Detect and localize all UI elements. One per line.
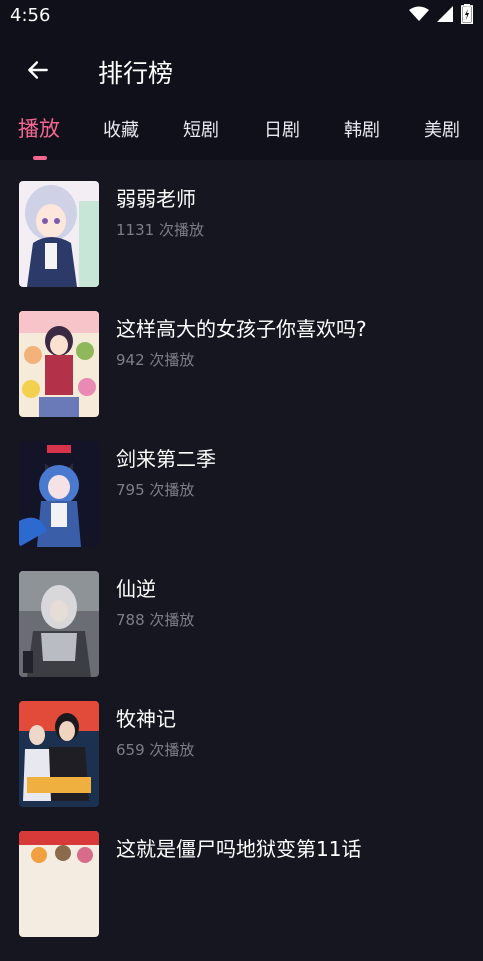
poster-thumbnail xyxy=(19,701,99,807)
item-title: 牧神记 xyxy=(116,707,176,731)
item-title: 仙逆 xyxy=(116,577,156,601)
top-header-area: 4:56 排行榜 播放 收藏 短剧 日剧 韩剧 美剧 xyxy=(0,0,483,160)
list-item[interactable]: 牧神记 659 次播放 xyxy=(0,701,483,831)
tab-japanese-drama[interactable]: 日剧 xyxy=(264,116,300,142)
status-time: 4:56 xyxy=(10,5,51,26)
poster-thumbnail xyxy=(19,571,99,677)
page-title: 排行榜 xyxy=(98,59,174,88)
tab-american-drama[interactable]: 美剧 xyxy=(424,116,460,142)
item-play-count: 788 次播放 xyxy=(116,611,195,629)
list-item[interactable]: 这就是僵尸吗地狱变第11话 xyxy=(0,831,483,961)
list-item[interactable]: 剑来第二季 795 次播放 xyxy=(0,441,483,571)
item-play-count: 659 次播放 xyxy=(116,741,195,759)
item-title: 这样高大的女孩子你喜欢吗? xyxy=(116,317,367,341)
poster-thumbnail xyxy=(19,831,99,937)
wifi-icon xyxy=(409,6,429,26)
item-play-count: 1131 次播放 xyxy=(116,221,204,239)
tab-short-drama[interactable]: 短剧 xyxy=(183,116,219,142)
item-title: 这就是僵尸吗地狱变第11话 xyxy=(116,837,362,861)
list-item[interactable]: 仙逆 788 次播放 xyxy=(0,571,483,701)
battery-icon xyxy=(461,4,473,28)
back-button[interactable] xyxy=(20,52,56,88)
active-tab-indicator xyxy=(33,156,47,160)
app-bar: 排行榜 xyxy=(0,40,483,100)
list-item[interactable]: 弱弱老师 1131 次播放 xyxy=(0,181,483,311)
status-icons xyxy=(409,4,473,28)
back-arrow-icon xyxy=(28,61,48,79)
poster-thumbnail xyxy=(19,181,99,287)
tab-bar: 播放 收藏 短剧 日剧 韩剧 美剧 xyxy=(0,116,483,160)
poster-thumbnail xyxy=(19,311,99,417)
item-title: 弱弱老师 xyxy=(116,187,196,211)
tab-play[interactable]: 播放 xyxy=(18,113,60,143)
item-play-count: 795 次播放 xyxy=(116,481,195,499)
tab-favorites[interactable]: 收藏 xyxy=(103,116,139,142)
list-item[interactable]: 这样高大的女孩子你喜欢吗? 942 次播放 xyxy=(0,311,483,441)
item-play-count: 942 次播放 xyxy=(116,351,195,369)
item-title: 剑来第二季 xyxy=(116,447,216,471)
signal-icon xyxy=(437,6,453,26)
tab-korean-drama[interactable]: 韩剧 xyxy=(344,116,380,142)
poster-thumbnail xyxy=(19,441,99,547)
status-bar: 4:56 xyxy=(0,0,483,32)
